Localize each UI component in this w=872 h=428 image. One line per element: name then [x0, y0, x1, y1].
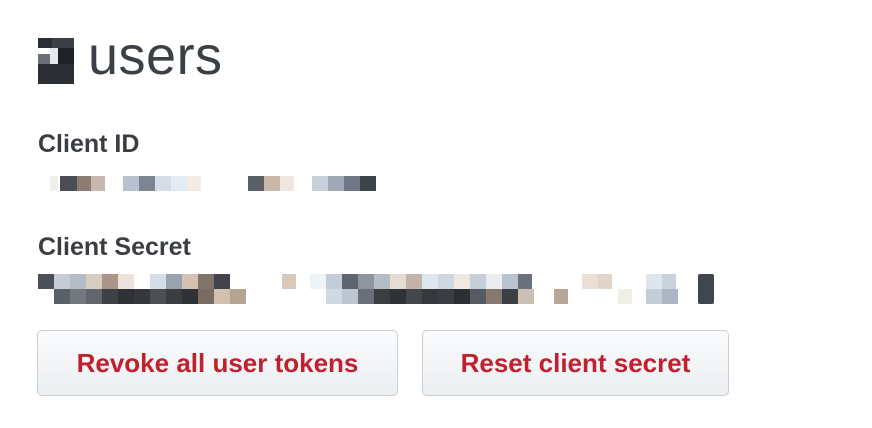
client-id-label: Client ID: [38, 130, 140, 158]
reset-client-secret-button[interactable]: Reset client secret: [422, 330, 729, 396]
revoke-all-user-tokens-button[interactable]: Revoke all user tokens: [37, 330, 398, 396]
client-id-value: [38, 176, 398, 192]
app-settings-page: users Client ID Client Secret Revoke all…: [0, 0, 872, 428]
app-title: users: [88, 26, 223, 86]
client-secret-value: [38, 270, 728, 306]
app-logo-icon: [38, 38, 74, 84]
app-header: users: [38, 28, 223, 90]
client-secret-label: Client Secret: [38, 233, 191, 261]
